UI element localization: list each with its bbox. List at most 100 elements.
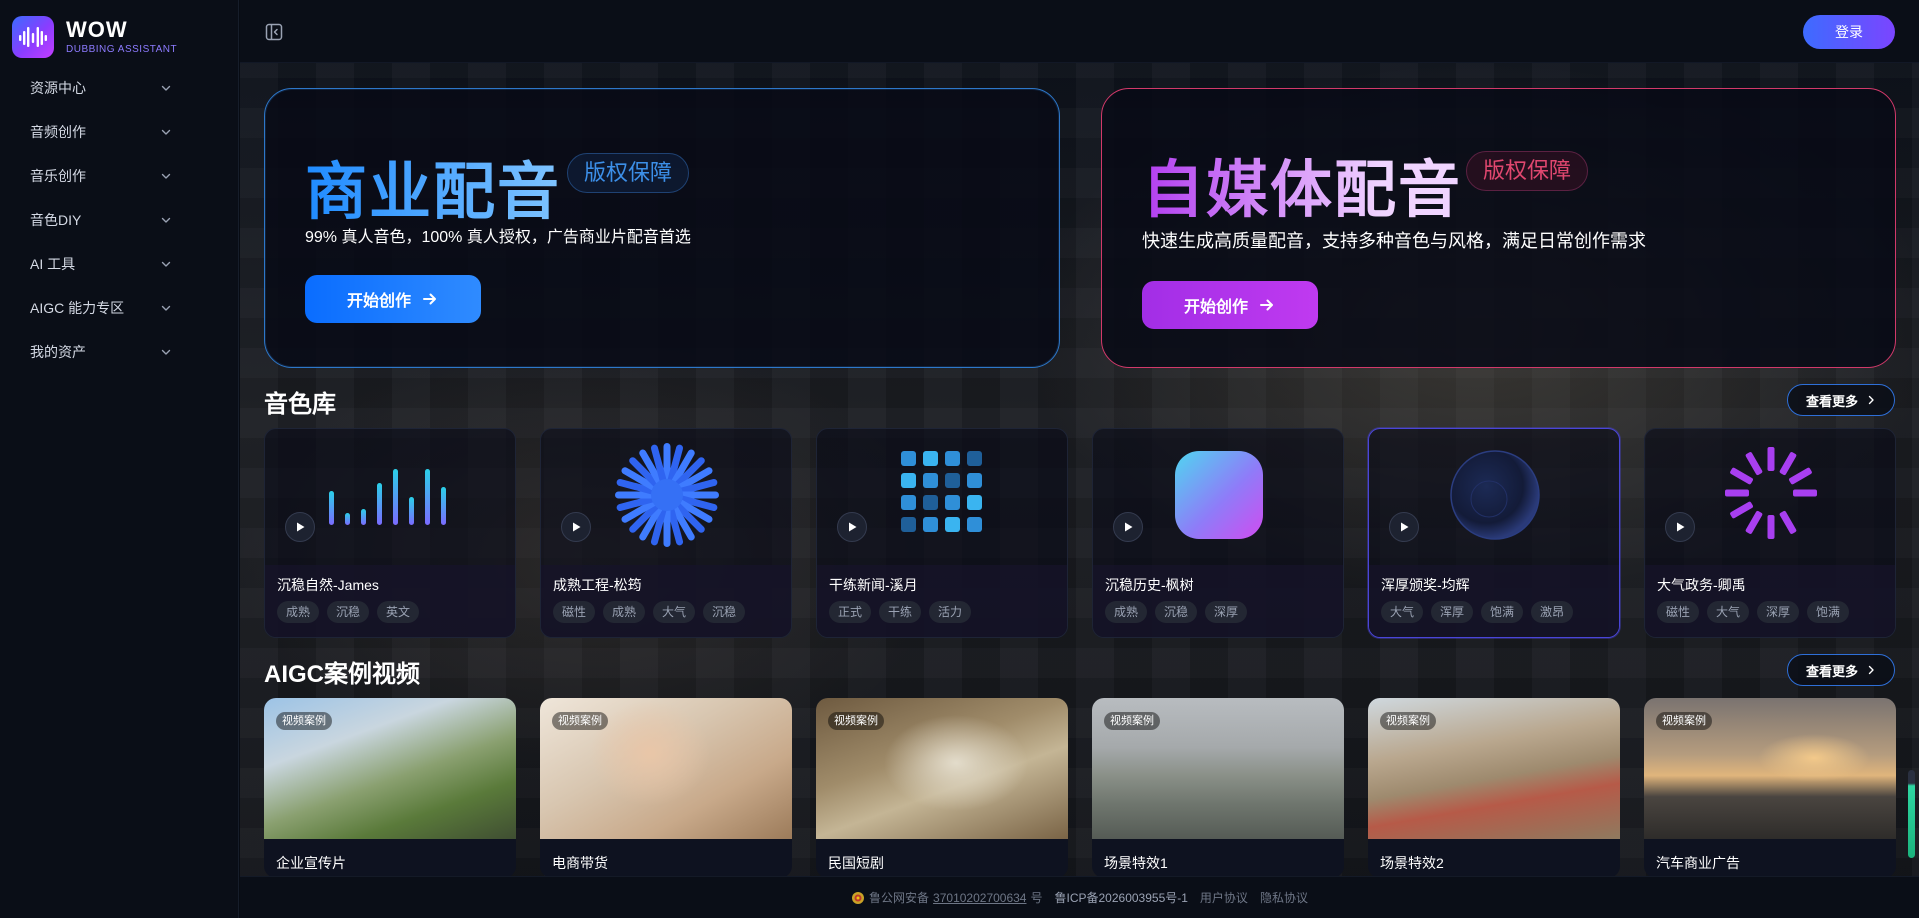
chevron-down-icon [161, 261, 171, 267]
voice-card[interactable]: 沉稳历史-枫树 成熟 沉稳 深厚 [1092, 428, 1344, 638]
voice-tag: 英文 [377, 601, 420, 623]
video-label: 视频案例 [828, 712, 884, 730]
sidebar-item-label: AI 工具 [30, 256, 76, 272]
orb-icon [1450, 450, 1540, 540]
sidebar-item-label: 音色DIY [30, 212, 82, 228]
play-icon [849, 522, 857, 532]
scrollbar-thumb[interactable] [1908, 770, 1915, 858]
sidebar-item-voice-diy[interactable]: 音色DIY [0, 198, 239, 242]
play-button[interactable] [285, 512, 315, 542]
sidebar-item-my-assets[interactable]: 我的资产 [0, 330, 239, 374]
play-button[interactable] [1665, 512, 1695, 542]
privacy-link[interactable]: 隐私协议 [1260, 889, 1308, 906]
hero-title: 商业配音 [305, 141, 561, 231]
voice-tag: 成熟 [603, 601, 646, 623]
voice-name: 成熟工程-松筠 [553, 577, 642, 593]
voice-tag: 浑厚 [1431, 601, 1474, 623]
police-badge-icon [852, 891, 865, 904]
grid-icon [901, 451, 982, 532]
voice-tag: 大气 [1381, 601, 1424, 623]
video-card[interactable]: 视频案例 场景特效1 [1092, 698, 1344, 878]
voice-name: 干练新闻-溪月 [829, 577, 918, 593]
voice-name: 浑厚颁奖-均辉 [1381, 577, 1470, 593]
voice-name: 沉稳历史-枫树 [1105, 577, 1194, 593]
video-card[interactable]: 视频案例 汽车商业广告 [1644, 698, 1896, 878]
video-title: 汽车商业广告 [1656, 855, 1740, 871]
sidebar-item-label: AIGC 能力专区 [30, 300, 125, 316]
police-number: 37010202700634 [933, 890, 1027, 905]
video-title: 场景特效1 [1104, 855, 1168, 871]
copyright-badge: 版权保障 [567, 153, 690, 193]
play-icon [573, 522, 581, 532]
chevron-down-icon [161, 85, 171, 91]
aigc-videos-more-button[interactable]: 查看更多 [1787, 654, 1895, 686]
video-label: 视频案例 [552, 712, 608, 730]
play-icon [1677, 522, 1685, 532]
video-card[interactable]: 视频案例 民国短剧 [816, 698, 1068, 878]
play-button[interactable] [1389, 512, 1419, 542]
play-button[interactable] [837, 512, 867, 542]
self-media-dubbing-card[interactable]: 自媒体配音 版权保障 快速生成高质量配音，支持多种音色与风格，满足日常创作需求 … [1101, 88, 1896, 368]
user-agreement-link[interactable]: 用户协议 [1200, 889, 1248, 906]
chevron-right-icon [1868, 665, 1874, 675]
voice-tag: 沉稳 [327, 601, 370, 623]
voice-tag: 成熟 [277, 601, 320, 623]
voice-card[interactable]: 干练新闻-溪月 正式 干练 活力 [816, 428, 1068, 638]
video-label: 视频案例 [1104, 712, 1160, 730]
hero-description: 99% 真人音色，100% 真人授权，广告商业片配音首选 [305, 229, 691, 246]
video-title: 电商带货 [552, 855, 608, 871]
start-creating-button[interactable]: 开始创作 [305, 275, 481, 323]
sidebar-item-label: 资源中心 [30, 80, 86, 96]
sidebar-item-aigc-zone[interactable]: AIGC 能力专区 [0, 286, 239, 330]
voice-card-selected[interactable]: 浑厚颁奖-均辉 大气 浑厚 饱满 激昂 [1368, 428, 1620, 638]
video-title: 场景特效2 [1380, 855, 1444, 871]
voice-card[interactable]: 大气政务-卿禹 磁性 大气 深厚 饱满 [1644, 428, 1896, 638]
video-title: 企业宣传片 [276, 855, 346, 871]
sidebar-item-ai-tools[interactable]: AI 工具 [0, 242, 239, 286]
video-label: 视频案例 [276, 712, 332, 730]
chevron-down-icon [161, 305, 171, 311]
chevron-down-icon [161, 349, 171, 355]
voice-tag: 干练 [879, 601, 922, 623]
footer: 鲁公网安备 37010202700634 号 鲁ICP备2026003955号-1 … [240, 876, 1919, 918]
play-button[interactable] [561, 512, 591, 542]
login-button[interactable]: 登录 [1803, 15, 1895, 49]
video-card[interactable]: 视频案例 场景特效2 [1368, 698, 1620, 878]
commercial-dubbing-card[interactable]: 商业配音 版权保障 99% 真人音色，100% 真人授权，广告商业片配音首选 开… [264, 88, 1060, 368]
hero-description: 快速生成高质量配音，支持多种音色与风格，满足日常创作需求 [1142, 231, 1646, 251]
sidebar-item-music-creation[interactable]: 音乐创作 [0, 154, 239, 198]
voice-name: 沉稳自然-James [277, 577, 379, 593]
video-card[interactable]: 视频案例 电商带货 [540, 698, 792, 878]
app-subtitle: DUBBING ASSISTANT [66, 44, 178, 55]
voice-tag: 深厚 [1205, 601, 1248, 623]
sidebar-item-label: 我的资产 [30, 344, 86, 360]
play-icon [297, 522, 305, 532]
sidebar: WOW DUBBING ASSISTANT 资源中心 音频创作 音乐创作 音色D… [0, 0, 239, 918]
voice-tag: 沉稳 [703, 601, 746, 623]
voice-tag: 饱满 [1481, 601, 1524, 623]
chevron-down-icon [161, 129, 171, 135]
voice-library-more-button[interactable]: 查看更多 [1787, 384, 1895, 416]
sidebar-item-label: 音频创作 [30, 124, 86, 140]
cta-label: 开始创作 [346, 293, 411, 310]
voice-tag: 大气 [1707, 601, 1750, 623]
play-button[interactable] [1113, 512, 1143, 542]
video-label: 视频案例 [1380, 712, 1436, 730]
cta-label: 开始创作 [1183, 299, 1248, 316]
video-card[interactable]: 视频案例 企业宣传片 [264, 698, 516, 878]
icp-link[interactable]: 鲁ICP备2026003955号-1 [1055, 889, 1188, 906]
voice-card[interactable]: 成熟工程-松筠 磁性 成熟 大气 沉稳 [540, 428, 792, 638]
police-record[interactable]: 鲁公网安备 37010202700634 号 [851, 889, 1043, 906]
main-content: 登录 商业配音 版权保障 99% 真人音色，100% 真人授权，广告商业片配音首… [240, 0, 1919, 918]
sidebar-item-resource-center[interactable]: 资源中心 [0, 66, 239, 110]
top-bar: 登录 [240, 0, 1919, 63]
voice-card[interactable]: 沉稳自然-James 成熟 沉稳 英文 [264, 428, 516, 638]
app-logo[interactable]: WOW DUBBING ASSISTANT [12, 16, 177, 58]
rounded-square-icon [1175, 451, 1263, 539]
sidebar-collapse-icon[interactable] [264, 22, 284, 42]
waveform-logo-icon [12, 16, 54, 58]
sidebar-item-audio-creation[interactable]: 音频创作 [0, 110, 239, 154]
start-creating-button[interactable]: 开始创作 [1142, 281, 1318, 329]
arrow-right-icon [423, 293, 436, 305]
police-prefix: 鲁公网安备 [869, 891, 930, 905]
